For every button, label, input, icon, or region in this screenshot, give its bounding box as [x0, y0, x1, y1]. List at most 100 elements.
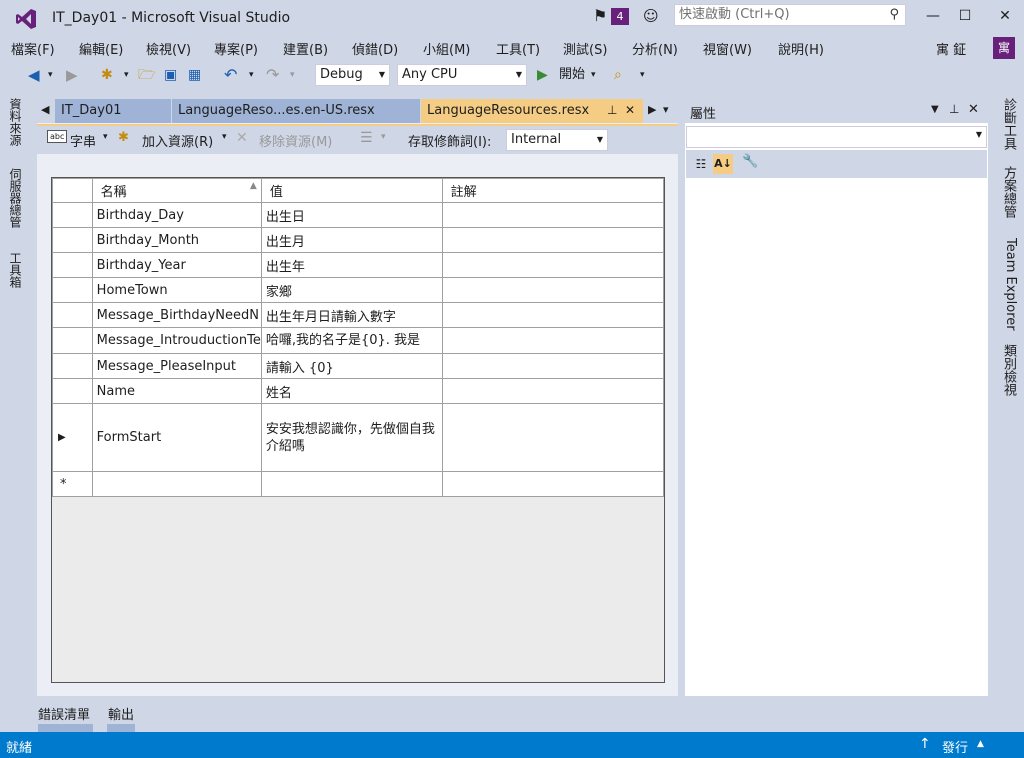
- minimize-button[interactable]: —: [916, 4, 950, 28]
- value-cell[interactable]: 請輸入 {0}: [260, 353, 443, 379]
- comment-cell[interactable]: [441, 403, 665, 472]
- row-selector[interactable]: [52, 327, 93, 354]
- strings-button[interactable]: 字串: [70, 131, 96, 150]
- name-cell[interactable]: Name: [91, 378, 262, 404]
- comment-cell[interactable]: [441, 277, 665, 303]
- new-comment-cell[interactable]: [441, 471, 665, 497]
- object-selector[interactable]: ▼: [686, 126, 987, 148]
- quick-launch-input[interactable]: 快速啟動 (Ctrl+Q) ⚲: [674, 4, 906, 26]
- user-name[interactable]: 寓 鉦: [936, 39, 966, 58]
- column-header-value[interactable]: 值: [260, 178, 443, 203]
- tab-language-resources-en-us[interactable]: LanguageReso...es.en-US.resx: [172, 99, 420, 123]
- row-selector[interactable]: [52, 202, 93, 228]
- row-selector[interactable]: [52, 378, 93, 404]
- new-row[interactable]: *: [52, 471, 665, 497]
- tab-close-icon[interactable]: ✕: [625, 99, 635, 122]
- server-explorer-tab[interactable]: 伺服器總管: [6, 168, 24, 228]
- name-cell[interactable]: HomeTown: [91, 277, 262, 303]
- access-modifier-select[interactable]: Internal ▼: [506, 129, 608, 151]
- value-cell[interactable]: 出生月: [260, 227, 443, 253]
- undo-icon[interactable]: ↶: [224, 65, 237, 85]
- remove-resource-button[interactable]: 移除資源(M): [259, 131, 332, 150]
- scroll-right-icon[interactable]: ▶: [648, 103, 656, 116]
- menu-project[interactable]: 專案(P): [214, 39, 258, 58]
- row-selector[interactable]: [52, 227, 93, 253]
- new-project-icon[interactable]: ✱: [101, 65, 113, 85]
- name-cell[interactable]: Birthday_Month: [91, 227, 262, 253]
- output-tab[interactable]: 輸出: [108, 704, 134, 723]
- column-header-comment[interactable]: 註解: [441, 178, 665, 203]
- comment-cell[interactable]: [441, 353, 665, 379]
- save-all-icon[interactable]: ▦: [188, 65, 201, 85]
- save-icon[interactable]: ▣: [164, 65, 177, 85]
- forward-icon[interactable]: ▶: [66, 65, 78, 85]
- menu-view[interactable]: 檢視(V): [146, 39, 191, 58]
- close-button[interactable]: ✕: [988, 4, 1022, 28]
- value-cell[interactable]: 安安我想認識你，先做個自我介紹嗎: [260, 403, 443, 472]
- tab-it-day01[interactable]: IT_Day01: [55, 99, 171, 123]
- table-row[interactable]: Name 姓名: [52, 378, 665, 404]
- back-dropdown-icon[interactable]: ▾: [48, 65, 53, 85]
- window-position-icon[interactable]: ▼: [931, 104, 939, 115]
- value-cell[interactable]: 出生年: [260, 252, 443, 278]
- menu-tools[interactable]: 工具(T): [496, 39, 540, 58]
- value-cell[interactable]: 姓名: [260, 378, 443, 404]
- avatar[interactable]: 寓: [993, 37, 1015, 59]
- tab-language-resources[interactable]: LanguageResources.resx ⊥ ✕: [421, 99, 643, 123]
- table-row[interactable]: Birthday_Month 出生月: [52, 227, 665, 253]
- new-row-asterisk-icon[interactable]: *: [52, 471, 93, 497]
- solution-configuration-select[interactable]: Debug ▼: [315, 64, 390, 86]
- comment-cell[interactable]: [441, 227, 665, 253]
- column-header-name[interactable]: 名稱 ▲: [91, 178, 262, 203]
- pin-icon[interactable]: ⊥: [949, 102, 959, 116]
- find-in-files-icon[interactable]: ⌕: [614, 65, 622, 85]
- value-cell[interactable]: 家鄉: [260, 277, 443, 303]
- table-row[interactable]: Birthday_Day 出生日: [52, 202, 665, 228]
- diagnostic-tools-tab[interactable]: 診斷工具: [996, 98, 1018, 150]
- add-resource-button[interactable]: 加入資源(R): [142, 131, 213, 150]
- strings-dropdown-icon[interactable]: ▾: [103, 132, 108, 142]
- value-cell[interactable]: 出生年月日請輸入數字: [260, 302, 443, 328]
- solution-explorer-tab[interactable]: 方案總管: [996, 166, 1018, 218]
- view-dropdown-icon[interactable]: ▾: [381, 132, 386, 142]
- name-cell[interactable]: Message_BirthdayNeedN: [91, 302, 262, 328]
- toolbar-overflow-icon[interactable]: ▾: [640, 65, 645, 85]
- name-cell[interactable]: Message_PleaseInput: [91, 353, 262, 379]
- panel-close-icon[interactable]: ✕: [968, 102, 979, 117]
- data-sources-tab[interactable]: 資料來源: [6, 98, 24, 146]
- table-row[interactable]: Message_IntrouductionTe 哈囉,我的名子是{0}. 我是: [52, 327, 665, 354]
- toolbox-tab[interactable]: 工具箱: [6, 252, 24, 288]
- row-selector[interactable]: [52, 277, 93, 303]
- back-icon[interactable]: ◀: [28, 65, 40, 85]
- notification-badge[interactable]: 4: [611, 8, 629, 25]
- value-cell[interactable]: 哈囉,我的名子是{0}. 我是: [260, 327, 443, 354]
- table-row[interactable]: Message_PleaseInput 請輸入 {0}: [52, 353, 665, 379]
- row-selector[interactable]: [52, 252, 93, 278]
- new-dropdown-icon[interactable]: ▾: [124, 65, 129, 85]
- class-view-tab[interactable]: 類別檢視: [996, 344, 1018, 396]
- publish-button[interactable]: 發行: [942, 737, 968, 756]
- table-row[interactable]: Birthday_Year 出生年: [52, 252, 665, 278]
- maximize-button[interactable]: ☐: [948, 4, 982, 28]
- play-icon[interactable]: ▶: [537, 65, 548, 85]
- chevron-up-icon[interactable]: ▲: [977, 739, 984, 749]
- solution-platform-select[interactable]: Any CPU ▼: [397, 64, 527, 86]
- menu-analyze[interactable]: 分析(N): [632, 39, 678, 58]
- new-name-cell[interactable]: [91, 471, 262, 497]
- filter-flag-icon[interactable]: ⚑: [593, 6, 607, 25]
- menu-help[interactable]: 說明(H): [778, 39, 824, 58]
- start-dropdown-icon[interactable]: ▾: [591, 65, 596, 85]
- redo-dropdown-icon[interactable]: ▾: [290, 65, 295, 85]
- feedback-icon[interactable]: ☺: [643, 7, 659, 25]
- menu-test[interactable]: 測試(S): [563, 39, 607, 58]
- row-selector[interactable]: [52, 353, 93, 379]
- table-row[interactable]: HomeTown 家鄉: [52, 277, 665, 303]
- comment-cell[interactable]: [441, 252, 665, 278]
- view-icon[interactable]: ☰: [360, 130, 373, 146]
- table-row[interactable]: Message_BirthdayNeedN 出生年月日請輸入數字: [52, 302, 665, 328]
- undo-dropdown-icon[interactable]: ▾: [249, 65, 254, 85]
- name-cell[interactable]: FormStart: [91, 403, 262, 472]
- menu-debug[interactable]: 偵錯(D): [352, 39, 398, 58]
- alphabetical-icon[interactable]: A↓: [713, 154, 733, 174]
- redo-icon[interactable]: ↷: [266, 65, 279, 85]
